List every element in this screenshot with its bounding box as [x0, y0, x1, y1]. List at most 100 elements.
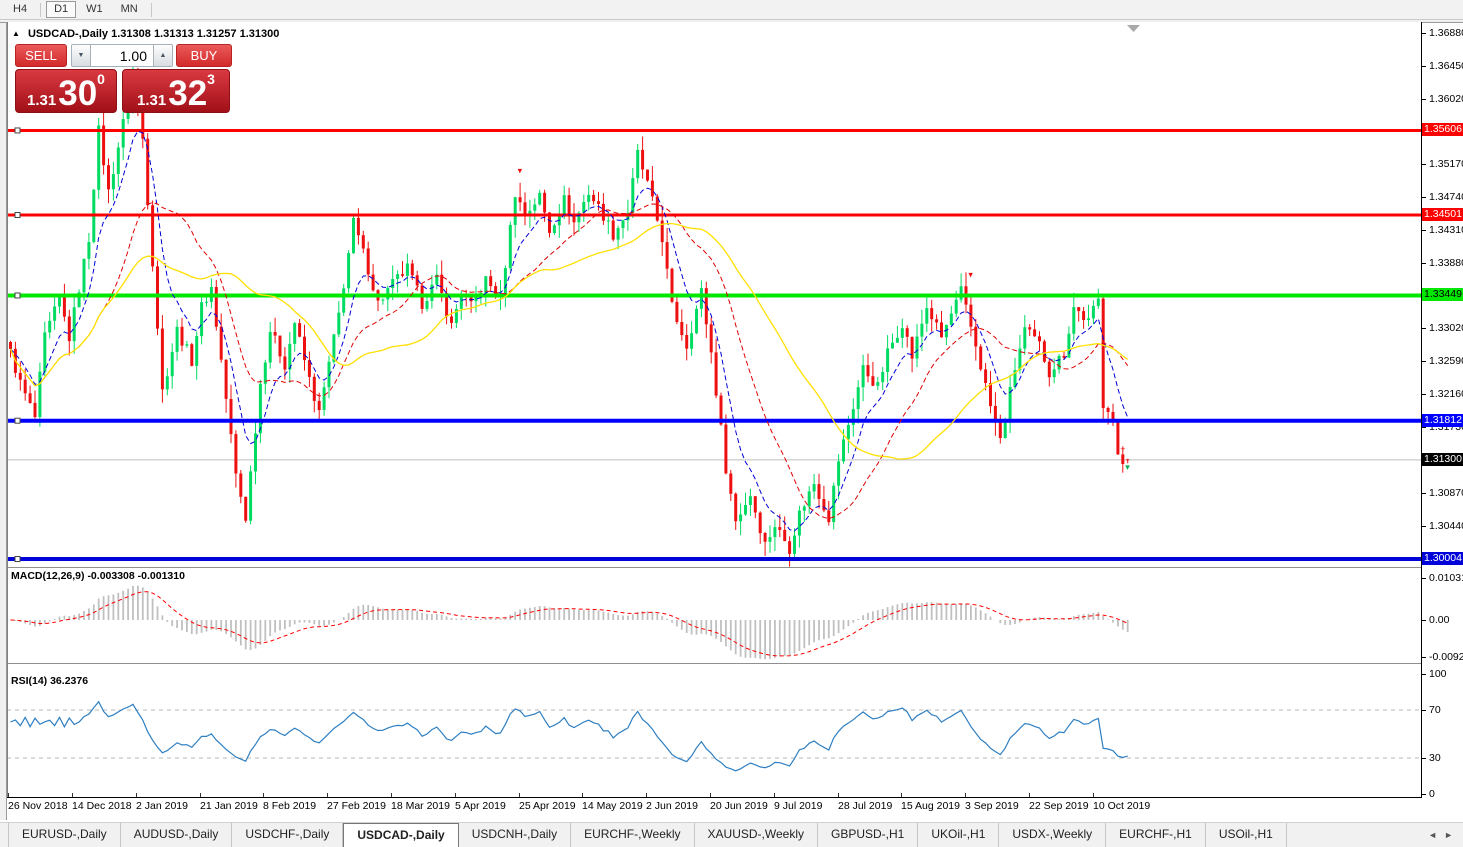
buy-price-big-digits: 32	[168, 80, 207, 109]
buy-price-display[interactable]: 1.31 32 3	[122, 69, 230, 113]
date-axis-label: 22 Sep 2019	[1029, 800, 1089, 812]
chart-tab-eurchf-weekly[interactable]: EURCHF-,Weekly	[571, 823, 694, 847]
macd-scale-label: 0.010311	[1429, 572, 1463, 584]
timeframe-button-mn[interactable]: MN	[113, 1, 146, 18]
price-level-badge: 1.31812	[1422, 414, 1463, 427]
price-axis-label: 1.32590	[1429, 355, 1463, 367]
price-level-badge: 1.33449	[1422, 288, 1463, 301]
chart-tab-usdcad-daily[interactable]: USDCAD-,Daily	[343, 823, 458, 847]
volume-input[interactable]	[91, 44, 153, 67]
macd-scale-label: 0.00	[1429, 614, 1449, 626]
timeframe-button-h4[interactable]: H4	[5, 1, 35, 18]
date-axis-label: 3 Sep 2019	[965, 800, 1019, 812]
trade-panel-top-row: SELL ▼ ▲ BUY	[15, 44, 232, 67]
date-axis-label: 26 Nov 2018	[8, 800, 68, 812]
chart-tab-eurchf-h1[interactable]: EURCHF-,H1	[1106, 823, 1206, 847]
chart-tab-audusd-daily[interactable]: AUDUSD-,Daily	[121, 823, 233, 847]
buy-button[interactable]: BUY	[176, 44, 232, 67]
line-handle	[15, 418, 20, 423]
trade-marker-icon: ▾	[518, 166, 523, 176]
date-axis-label: 2 Jan 2019	[136, 800, 188, 812]
price-axis-label: 1.34310	[1429, 224, 1463, 236]
rsi-scale-label: 70	[1429, 704, 1441, 716]
window-left-frame	[0, 20, 7, 820]
rsi-indicator-label: RSI(14) 36.2376	[11, 675, 88, 687]
date-axis-label: 25 Apr 2019	[519, 800, 576, 812]
date-axis-label: 10 Oct 2019	[1093, 800, 1150, 812]
trade-marker-icon: ▾	[1125, 462, 1130, 472]
sell-price-display[interactable]: 1.31 30 0	[15, 69, 117, 113]
price-axis-label: 1.34740	[1429, 191, 1463, 203]
timeframe-toolbar: H4 D1W1MN	[0, 0, 1463, 20]
tab-scroll-right-icon[interactable]: ►	[1444, 830, 1453, 840]
price-axis-label: 1.33880	[1429, 257, 1463, 269]
price-level-badge: 1.30004	[1422, 552, 1463, 565]
toolbar-separator	[151, 3, 152, 17]
price-axis-label: 1.36880	[1429, 27, 1463, 39]
chart-symbol-label: USDCAD-,Daily	[28, 28, 108, 40]
line-handle	[15, 128, 20, 133]
sell-price-superscript: 0	[97, 71, 105, 87]
chart-title: ▲ USDCAD-,Daily 1.31308 1.31313 1.31257 …	[12, 28, 279, 40]
sell-price-big-digits: 30	[58, 80, 97, 109]
current-price-badge: 1.31300	[1422, 453, 1463, 466]
buy-price-prefix: 1.31	[137, 93, 166, 110]
price-axis-label: 1.32160	[1429, 388, 1463, 400]
toolbar-separator	[40, 3, 41, 17]
tab-scroll-left-icon[interactable]: ◄	[1428, 830, 1437, 840]
price-level-badge: 1.34501	[1422, 208, 1463, 221]
price-axis-label: 1.36020	[1429, 93, 1463, 105]
trade-marker-icon: ▾	[968, 270, 973, 280]
chart-tab-gbpusd-h1[interactable]: GBPUSD-,H1	[818, 823, 918, 847]
date-axis-label: 5 Apr 2019	[455, 800, 506, 812]
date-axis-label: 18 Mar 2019	[391, 800, 450, 812]
sell-button[interactable]: SELL	[15, 44, 67, 67]
chart-tab-usdcnh-daily[interactable]: USDCNH-,Daily	[459, 823, 571, 847]
chart-ohlc-values: 1.31308 1.31313 1.31257 1.31300	[111, 28, 279, 40]
symbol-tab-bar: EURUSD-,DailyAUDUSD-,DailyUSDCHF-,DailyU…	[0, 822, 1463, 847]
volume-increase-button[interactable]: ▲	[153, 44, 173, 67]
price-axis-label: 1.30440	[1429, 520, 1463, 532]
date-axis-label: 14 Dec 2018	[72, 800, 132, 812]
price-level-badge: 1.35606	[1422, 123, 1463, 136]
symbol-tabs: EURUSD-,DailyAUDUSD-,DailyUSDCHF-,DailyU…	[8, 823, 1287, 847]
chart-tab-ukoil-h1[interactable]: UKOil-,H1	[918, 823, 999, 847]
date-axis-label: 14 May 2019	[582, 800, 643, 812]
chart-tab-usdchf-daily[interactable]: USDCHF-,Daily	[232, 823, 343, 847]
timeframe-button-w1[interactable]: W1	[78, 1, 111, 18]
chart-tab-xauusd-weekly[interactable]: XAUUSD-,Weekly	[695, 823, 818, 847]
line-handle	[15, 293, 20, 298]
buy-price-superscript: 3	[207, 71, 215, 87]
price-axis-label: 1.35170	[1429, 158, 1463, 170]
price-axis: 1.36880 1.36450 1.36020 1.35170 1.34740 1.343…	[1422, 0, 1463, 820]
rsi-scale-label: 100	[1429, 668, 1447, 680]
rsi-scale-label: 0	[1429, 788, 1435, 800]
price-axis-label: 1.36450	[1429, 60, 1463, 72]
trade-panel-price-row: 1.31 30 0 1.31 32 3	[15, 69, 232, 113]
collapse-triangle-icon[interactable]: ▲	[12, 29, 20, 38]
date-axis-label: 9 Jul 2019	[774, 800, 822, 812]
tab-scroll-arrows: ◄ ►	[1428, 823, 1453, 847]
date-axis-label: 8 Feb 2019	[263, 800, 316, 812]
volume-decrease-button[interactable]: ▼	[71, 44, 91, 67]
candlestick-chart[interactable]: ▾▾+▾	[7, 22, 1422, 801]
date-axis-label: 2 Jun 2019	[646, 800, 698, 812]
rsi-scale-label: 30	[1429, 752, 1441, 764]
price-axis-label: 1.31730	[1429, 421, 1463, 433]
line-handle	[15, 212, 20, 217]
chart-tab-usdx-weekly[interactable]: USDX-,Weekly	[999, 823, 1106, 847]
date-axis-label: 21 Jan 2019	[200, 800, 258, 812]
sell-price-prefix: 1.31	[27, 93, 56, 110]
chart-tab-usoil-h1[interactable]: USOil-,H1	[1206, 823, 1287, 847]
one-click-trading-panel: SELL ▼ ▲ BUY 1.31 30 0 1.31 32 3	[15, 44, 232, 113]
chart-tab-eurusd-daily[interactable]: EURUSD-,Daily	[8, 823, 121, 847]
timeframe-button-d1[interactable]: D1	[46, 1, 76, 18]
date-axis-label: 15 Aug 2019	[901, 800, 960, 812]
date-axis-label: 27 Feb 2019	[327, 800, 386, 812]
price-axis-label: 1.30870	[1429, 487, 1463, 499]
line-handle	[15, 557, 20, 562]
trade-marker-icon: +	[1120, 444, 1125, 454]
price-axis-label: 1.33020	[1429, 322, 1463, 334]
macd-scale-label: -0.009203	[1429, 651, 1463, 663]
date-axis-label: 20 Jun 2019	[710, 800, 768, 812]
